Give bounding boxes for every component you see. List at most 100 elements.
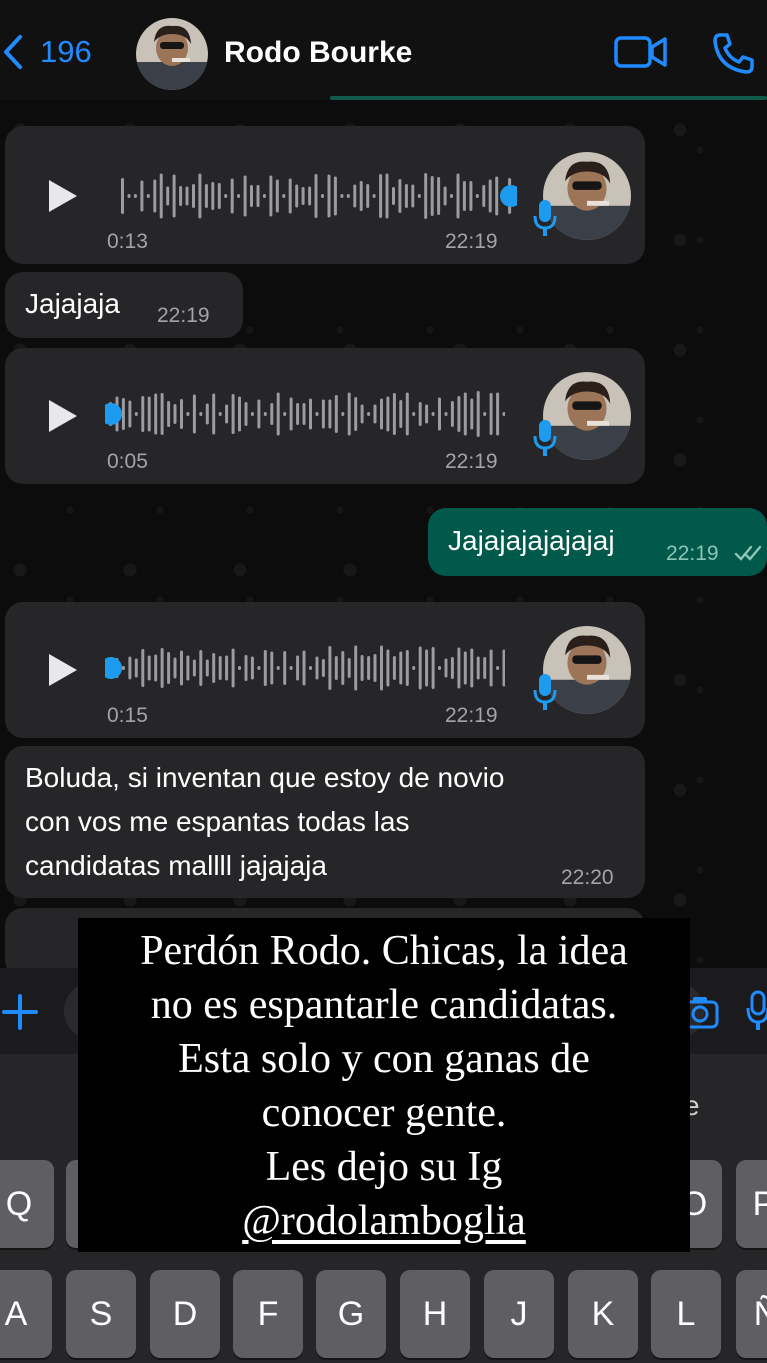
- waveform-bar: [354, 397, 358, 431]
- key-p[interactable]: P: [736, 1160, 767, 1248]
- voice-duration: 0:13: [107, 230, 148, 253]
- caption-line: no es espantarle candidatas.: [150, 982, 618, 1028]
- waveform-bar: [462, 181, 466, 211]
- contact-name[interactable]: Rodo Bourke: [224, 36, 412, 70]
- waveform-bar: [147, 655, 151, 681]
- waveform-bar: [483, 657, 487, 679]
- waveform-bar: [470, 648, 474, 688]
- waveform-bar: [314, 174, 318, 218]
- waveform-bar: [283, 651, 287, 685]
- back-unread-count[interactable]: 196: [40, 34, 92, 70]
- text-message-bubble[interactable]: Boluda, si inventan que estoy de novio c…: [5, 746, 645, 898]
- waveform-bar: [257, 666, 261, 670]
- waveform-bar: [438, 666, 441, 670]
- playhead-dot[interactable]: [105, 657, 122, 679]
- waveform-bar: [237, 194, 241, 198]
- waveform-bar: [205, 659, 209, 677]
- waveform-bar: [121, 666, 125, 670]
- waveform-bar: [341, 412, 345, 416]
- waveform-bar: [243, 175, 247, 217]
- key-d[interactable]: D: [150, 1270, 220, 1358]
- waveform-bar: [134, 658, 138, 678]
- waveform-bar: [192, 394, 196, 434]
- waveform-bar: [238, 396, 241, 432]
- message-time: 22:19: [157, 304, 210, 327]
- key-k[interactable]: K: [568, 1270, 638, 1358]
- voice-waveform[interactable]: [105, 640, 505, 696]
- waveform-bar: [354, 645, 358, 691]
- waveform-bar: [379, 174, 383, 218]
- voice-message-bubble[interactable]: 0:15 22:19: [5, 602, 645, 738]
- waveform-bar: [367, 412, 371, 416]
- voice-waveform[interactable]: [105, 386, 505, 442]
- key-f[interactable]: F: [233, 1270, 303, 1358]
- waveform-bar: [199, 412, 203, 416]
- play-icon[interactable]: [47, 398, 79, 434]
- waveform-bar: [411, 184, 415, 208]
- message-text-line: Boluda, si inventan que estoy de novio: [25, 762, 505, 793]
- waveform-bar: [412, 412, 416, 416]
- key-h[interactable]: H: [400, 1270, 470, 1358]
- waveform-bar: [231, 648, 235, 688]
- waveform-bar: [463, 392, 467, 436]
- waveform-bar: [380, 398, 383, 430]
- waveform-bar: [167, 652, 171, 684]
- waveform-bar: [399, 400, 403, 428]
- waveform-bar: [463, 651, 467, 685]
- mic-input-icon[interactable]: [746, 990, 767, 1032]
- waveform-bar: [192, 184, 195, 208]
- play-icon[interactable]: [47, 178, 79, 214]
- instagram-handle-link[interactable]: @rodolamboglia: [242, 1198, 526, 1244]
- key-g[interactable]: G: [316, 1270, 386, 1358]
- waveform-bar: [141, 396, 145, 432]
- waveform-bar: [489, 649, 493, 687]
- contact-avatar[interactable]: [136, 18, 208, 90]
- play-icon[interactable]: [47, 652, 79, 688]
- waveform-bar: [121, 398, 125, 430]
- text-message-bubble[interactable]: Jajajaja 22:19: [5, 272, 243, 338]
- voice-message-bubble[interactable]: 0:13 22:19: [5, 126, 645, 264]
- key-s[interactable]: S: [66, 1270, 136, 1358]
- waveform-bar: [263, 412, 267, 416]
- message-text: Jajajaja: [25, 288, 120, 319]
- waveform-bar: [333, 176, 337, 216]
- waveform-bar: [496, 666, 500, 670]
- waveform-bar: [250, 412, 254, 416]
- back-chevron-icon[interactable]: [2, 34, 24, 70]
- waveform-bar: [392, 656, 396, 680]
- waveform-bar: [425, 404, 429, 424]
- key-j[interactable]: J: [484, 1270, 554, 1358]
- waveform-bar: [283, 412, 287, 416]
- waveform-bar: [224, 194, 228, 198]
- waveform-bar: [250, 656, 254, 680]
- plus-icon[interactable]: [0, 992, 40, 1032]
- outgoing-message-bubble[interactable]: Jajajajajajajaj 22:19: [428, 508, 767, 576]
- waveform-bar: [457, 396, 461, 432]
- key-a[interactable]: A: [0, 1270, 52, 1358]
- waveform-bar: [340, 194, 344, 198]
- caption-line: Les dejo su Ig: [265, 1144, 503, 1190]
- voice-waveform[interactable]: [117, 168, 517, 224]
- phone-call-icon[interactable]: [712, 32, 756, 74]
- key-l[interactable]: L: [651, 1270, 721, 1358]
- waveform-bar: [153, 179, 157, 213]
- key-enye[interactable]: Ñ: [736, 1270, 767, 1358]
- waveform-bar: [457, 647, 461, 689]
- waveform-bar: [166, 186, 170, 206]
- waveform-bar: [321, 659, 325, 677]
- key-q[interactable]: Q: [0, 1160, 54, 1248]
- waveform-bar: [256, 185, 260, 207]
- playhead-dot[interactable]: [105, 403, 122, 425]
- message-time: 22:19: [445, 230, 498, 253]
- waveform-bar: [405, 650, 409, 686]
- waveform-bar: [366, 184, 370, 208]
- mic-icon: [533, 674, 557, 710]
- voice-duration: 0:05: [107, 450, 148, 473]
- waveform-bar: [321, 399, 325, 429]
- waveform-bar: [380, 645, 383, 691]
- voice-message-bubble[interactable]: 0:05 22:19: [5, 348, 645, 484]
- playhead-dot[interactable]: [500, 185, 517, 207]
- video-call-icon[interactable]: [614, 34, 668, 70]
- waveform-bar: [146, 194, 150, 198]
- waveform-bar: [476, 391, 480, 437]
